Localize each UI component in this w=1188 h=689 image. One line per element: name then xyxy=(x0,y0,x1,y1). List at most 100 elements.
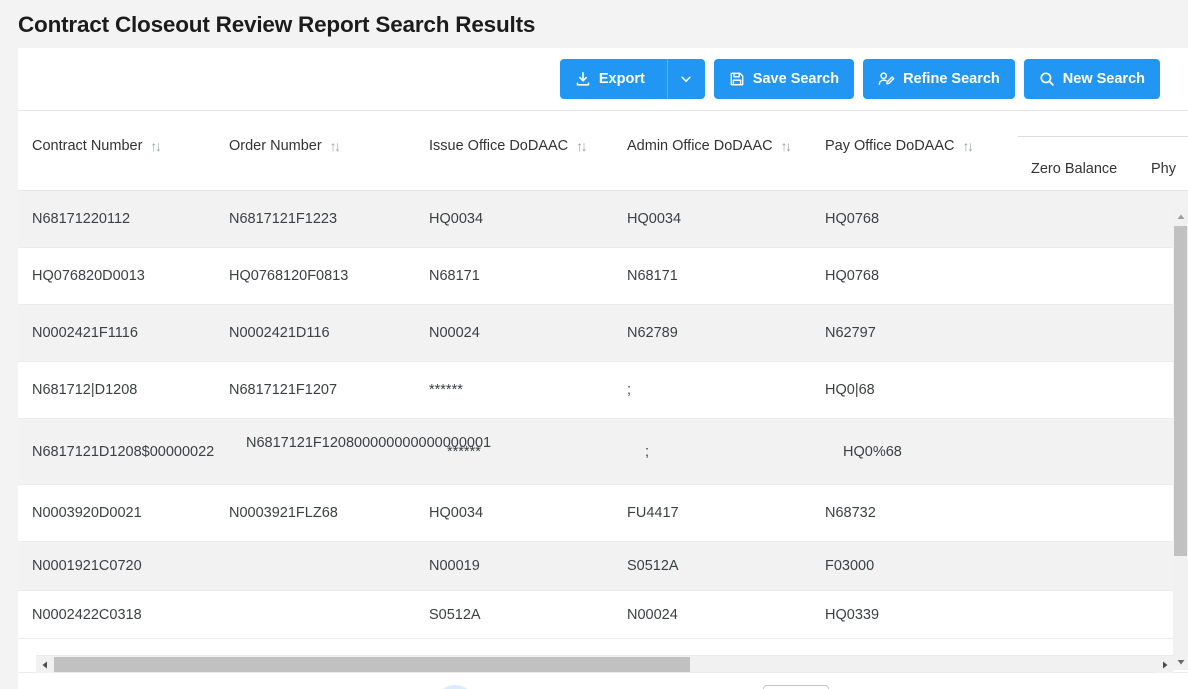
table-row[interactable]: N0002422C0318 S0512A N00024 HQ0339 xyxy=(18,591,1188,639)
cell-pay-office: F03000 xyxy=(825,558,875,574)
cell-order-number: N6817121F1223 xyxy=(229,211,338,227)
export-button-label: Export xyxy=(598,70,645,87)
column-header-phy[interactable]: Phy xyxy=(1151,161,1176,177)
new-search-label: New Search xyxy=(1062,70,1145,87)
pagination-page-5[interactable]: 5 xyxy=(616,685,662,689)
pagination-last-button[interactable]: » xyxy=(708,685,754,689)
cell-issue-office: S0512A xyxy=(429,607,481,623)
cell-pay-office: HQ0768 xyxy=(825,211,880,227)
table-row[interactable]: N0002421F1116 N0002421D116 N00024 N62789… xyxy=(18,305,1188,362)
cell-contract-number: HQ076820D0013 xyxy=(32,268,145,284)
sort-updown-icon[interactable]: ↑↓ xyxy=(330,139,342,153)
cell-admin-office: N68171 xyxy=(627,268,678,284)
cell-issue-office: HQ0034 xyxy=(429,505,484,521)
new-search-button[interactable]: New Search xyxy=(1023,59,1160,99)
cell-order-number: N0003921FLZ68 xyxy=(229,505,338,521)
floppy-disk-icon xyxy=(729,71,745,87)
cell-contract-number: N0003920D0021 xyxy=(32,505,142,521)
cell-admin-office: S0512A xyxy=(627,558,679,574)
person-edit-icon xyxy=(878,71,895,87)
caret-left-icon[interactable] xyxy=(36,656,53,673)
download-icon xyxy=(575,71,591,87)
cell-order-number: N6817121F120800000000000000001 xyxy=(246,435,492,451)
table-row[interactable]: N0003920D0021 N0003921FLZ68 HQ0034 FU441… xyxy=(18,485,1188,542)
cell-contract-number: N0002421F1116 xyxy=(32,325,138,341)
table-footer: Records: 1 to 10 « ‹ 1 2 3 4 5 › » 10 xyxy=(18,672,1188,689)
column-header-contract-number[interactable]: Contract Number ↑↓ xyxy=(32,138,162,154)
export-button[interactable]: Export xyxy=(560,59,659,99)
table-row[interactable]: N0001921C0720 N00019 S0512A F03000 xyxy=(18,542,1188,591)
table-row[interactable]: HQ076820D0013 HQ0768120F0813 N68171 N681… xyxy=(18,248,1188,305)
search-icon xyxy=(1039,71,1055,87)
pagination-first-button[interactable]: « xyxy=(340,685,386,689)
page-root: Contract Closeout Review Report Search R… xyxy=(0,0,1188,689)
pagination-page-1[interactable]: 1 xyxy=(434,685,476,689)
column-label: Issue Office DoDAAC xyxy=(429,138,569,154)
column-label: Order Number xyxy=(229,138,322,154)
caret-down-icon[interactable] xyxy=(1173,653,1188,670)
sort-updown-icon[interactable]: ↑↓ xyxy=(150,139,162,153)
pagination-next-button[interactable]: › xyxy=(662,685,708,689)
cell-contract-number: N68171220112 xyxy=(32,211,131,227)
table-row[interactable]: N6817121D1208$00000022 N6817121F12080000… xyxy=(18,419,1188,485)
table-body: N68171220112 N6817121F1223 HQ0034 HQ0034… xyxy=(18,191,1188,654)
chevron-down-icon xyxy=(679,72,693,86)
export-dropdown-toggle[interactable] xyxy=(666,59,705,99)
cell-issue-office: N68171 xyxy=(429,268,480,284)
export-button-group[interactable]: Export xyxy=(559,59,705,99)
sort-updown-icon[interactable]: ↑↓ xyxy=(781,139,793,153)
column-header-issue-office-dodaac[interactable]: Issue Office DoDAAC ↑↓ xyxy=(429,138,588,154)
pagination-page-3[interactable]: 3 xyxy=(524,685,570,689)
cell-contract-number: N0002422C0318 xyxy=(32,607,142,623)
sort-updown-icon[interactable]: ↑↓ xyxy=(576,139,588,153)
cell-admin-office: ; xyxy=(627,382,632,398)
cell-issue-office: ****** xyxy=(429,382,463,398)
cell-pay-office: HQ0|68 xyxy=(825,382,875,398)
pagination-prev-button[interactable]: ‹ xyxy=(386,685,432,689)
column-header-pay-office-dodaac[interactable]: Pay Office DoDAAC ↑↓ xyxy=(825,138,974,154)
results-toolbar: Export Save Search Refine Search New Sea… xyxy=(18,48,1188,111)
page-size-select[interactable]: 10 xyxy=(763,685,829,689)
cell-issue-office: ****** xyxy=(447,444,481,460)
refine-search-button[interactable]: Refine Search xyxy=(863,59,1015,99)
cell-issue-office: HQ0034 xyxy=(429,211,484,227)
column-header-zero-balance[interactable]: Zero Balance xyxy=(1031,161,1117,177)
toolbar-actions: Export Save Search Refine Search New Sea… xyxy=(559,59,1160,99)
table-header: Contract Number ↑↓ Order Number ↑↓ Issue… xyxy=(18,111,1188,191)
cell-order-number: HQ0768120F0813 xyxy=(229,268,349,284)
cell-admin-office: HQ0034 xyxy=(627,211,682,227)
save-search-button[interactable]: Save Search xyxy=(713,59,855,99)
cell-order-number: N6817121F1207 xyxy=(229,382,338,398)
column-header-order-number[interactable]: Order Number ↑↓ xyxy=(229,138,342,154)
cell-contract-number: N6817121D1208$00000022 xyxy=(32,444,215,460)
pagination-page-4[interactable]: 4 xyxy=(570,685,616,689)
column-label: Contract Number xyxy=(32,138,143,154)
caret-right-icon[interactable] xyxy=(1156,656,1173,673)
cell-issue-office: N00024 xyxy=(429,325,480,341)
vertical-scrollbar-thumb[interactable] xyxy=(1174,226,1187,556)
column-label: Pay Office DoDAAC xyxy=(825,138,955,154)
refine-search-label: Refine Search xyxy=(903,70,1000,87)
page-title: Contract Closeout Review Report Search R… xyxy=(18,12,536,37)
table-row[interactable]: N681712|D1208 N6817121F1207 ****** ; HQ0… xyxy=(18,362,1188,419)
horizontal-scrollbar[interactable] xyxy=(36,655,1173,673)
cell-pay-office: N68732 xyxy=(825,505,876,521)
horizontal-scrollbar-thumb[interactable] xyxy=(54,657,690,672)
cell-pay-office: N62797 xyxy=(825,325,876,341)
cell-order-number: N0002421D116 xyxy=(229,325,330,341)
table-row[interactable]: N68171220112 N6817121F1223 HQ0034 HQ0034… xyxy=(18,191,1188,248)
cell-contract-number: N681712|D1208 xyxy=(32,382,138,398)
pagination: « ‹ 1 2 3 4 5 › » xyxy=(340,685,754,689)
cell-admin-office: N62789 xyxy=(627,325,678,341)
save-search-label: Save Search xyxy=(752,70,840,87)
horizontal-scrollbar-track[interactable] xyxy=(690,657,1155,672)
caret-up-icon[interactable] xyxy=(1173,208,1188,225)
cell-issue-office: N00019 xyxy=(429,558,480,574)
sort-updown-icon[interactable]: ↑↓ xyxy=(962,139,974,153)
column-group-divider xyxy=(1018,136,1188,137)
vertical-scrollbar[interactable] xyxy=(1173,208,1188,670)
cell-pay-office: HQ0339 xyxy=(825,607,880,623)
column-header-admin-office-dodaac[interactable]: Admin Office DoDAAC ↑↓ xyxy=(627,138,793,154)
cell-admin-office: ; xyxy=(645,444,650,460)
pagination-page-2[interactable]: 2 xyxy=(478,685,524,689)
